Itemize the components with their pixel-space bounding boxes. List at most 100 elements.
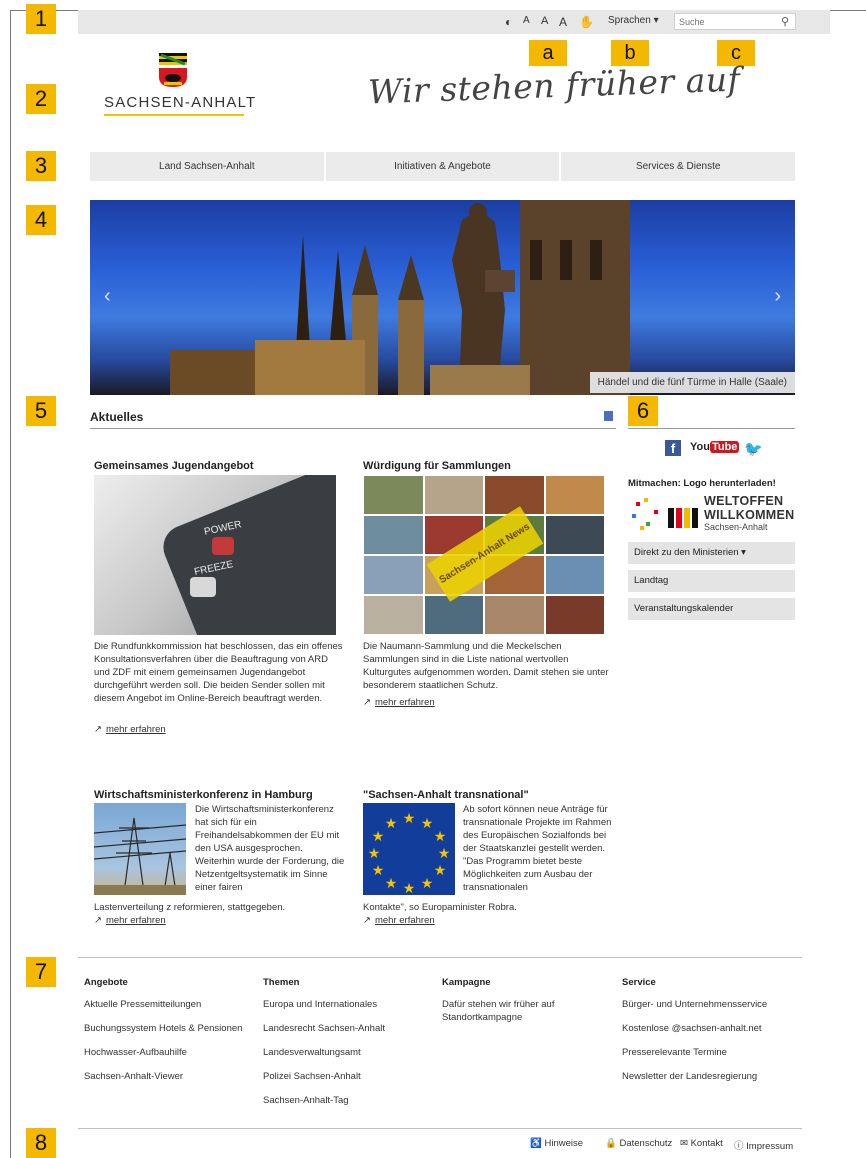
brand-name[interactable]: SACHSEN-ANHALT bbox=[104, 94, 256, 111]
aktuelles-divider bbox=[90, 428, 616, 429]
marker-3: 3 bbox=[26, 151, 56, 181]
willkommen-text: WILLKOMMEN bbox=[704, 508, 795, 522]
more-link-sammlungen[interactable]: ↗ mehr erfahren bbox=[363, 697, 435, 708]
collage-tile bbox=[544, 515, 605, 555]
freeze-button-image bbox=[190, 577, 216, 597]
news-image-eu-flag[interactable]: ★ ★ ★ ★ ★ ★ ★ ★ ★ ★ ★ ★ bbox=[363, 803, 455, 895]
collage-tile bbox=[363, 555, 424, 595]
impressum-link[interactable]: ⓘ Impressum bbox=[734, 1138, 793, 1152]
nav-services-dienste[interactable]: Services & Dienste bbox=[561, 152, 796, 181]
veranstaltungskalender-link[interactable]: Veranstaltungskalender bbox=[628, 598, 795, 620]
footer-link[interactable]: Kostenlose @sachsen-anhalt.net bbox=[622, 1022, 762, 1035]
footer-link[interactable]: Hochwasser-Aufbauhilfe bbox=[84, 1046, 187, 1059]
news-title-transnational[interactable]: "Sachsen-Anhalt transnational" bbox=[363, 789, 529, 801]
footer-link[interactable]: Aktuelle Pressemitteilungen bbox=[84, 998, 201, 1011]
collage-tile bbox=[423, 595, 484, 635]
footer-link[interactable]: Newsletter der Landesregierung bbox=[622, 1070, 757, 1083]
news-text-jugendangebot: Die Rundfunkkommission hat beschlossen, … bbox=[94, 641, 343, 704]
more-link-label[interactable]: mehr erfahren bbox=[106, 724, 166, 735]
hinweise-link[interactable]: ♿ Hinweise bbox=[530, 1138, 583, 1149]
marker-6: 6 bbox=[628, 396, 658, 426]
contrast-icon[interactable]: ◐ bbox=[505, 15, 512, 29]
nav-land-sachsen-anhalt[interactable]: Land Sachsen-Anhalt bbox=[90, 152, 324, 181]
external-link-icon: ↗ bbox=[94, 915, 102, 926]
landtag-link[interactable]: Landtag bbox=[628, 570, 795, 592]
facebook-icon[interactable]: f bbox=[665, 440, 681, 456]
marker-7: 7 bbox=[26, 957, 56, 987]
marker-4: 4 bbox=[26, 205, 56, 235]
footer-link[interactable]: Sachsen-Anhalt-Tag bbox=[263, 1094, 349, 1107]
news-text-wirtschaftsministerkonferenz-end: Lastenverteilung z reformieren, stattgeg… bbox=[94, 902, 286, 913]
footer-link[interactable]: Landesrecht Sachsen-Anhalt bbox=[263, 1022, 385, 1035]
footer-heading-kampagne: Kampagne bbox=[442, 977, 491, 988]
font-normal-button[interactable]: A bbox=[541, 15, 548, 27]
coat-of-arms-logo[interactable] bbox=[159, 53, 187, 87]
news-image-power-lines[interactable] bbox=[94, 803, 186, 895]
external-link-icon: ↗ bbox=[94, 724, 102, 735]
slider-next-arrow[interactable]: › bbox=[774, 285, 781, 308]
svg-text:★: ★ bbox=[434, 829, 447, 845]
svg-text:★: ★ bbox=[403, 881, 416, 895]
eu-stars: ★ ★ ★ ★ ★ ★ ★ ★ ★ ★ ★ ★ bbox=[368, 811, 451, 895]
youtube-tube-text: Tube bbox=[709, 441, 740, 453]
news-text-sammlungen: Die Naumann-Sammlung und die Meckelschen… bbox=[363, 641, 609, 691]
svg-text:★: ★ bbox=[434, 863, 447, 879]
more-link-label[interactable]: mehr erfahren bbox=[375, 697, 435, 708]
news-title-sammlungen[interactable]: Würdigung für Sammlungen bbox=[363, 460, 511, 472]
marker-8: 8 bbox=[26, 1128, 56, 1158]
mitmachen-heading: Mitmachen: Logo herunterladen! bbox=[628, 478, 776, 489]
marker-5: 5 bbox=[26, 396, 56, 426]
footer-link[interactable]: Europa und Internationales bbox=[263, 998, 377, 1011]
youtube-you-text: You bbox=[690, 441, 710, 453]
slogan: Wir stehen früher auf bbox=[367, 59, 741, 112]
svg-text:★: ★ bbox=[438, 846, 451, 862]
hero-slider: ‹ › Händel und die fünf Türme in Halle (… bbox=[90, 200, 795, 395]
footer-link[interactable]: Landesverwaltungsamt bbox=[263, 1046, 361, 1059]
footer-link[interactable]: Bürger- und Unternehmensservice bbox=[622, 998, 767, 1011]
search-input[interactable] bbox=[675, 14, 771, 29]
more-link-jugendangebot[interactable]: ↗ mehr erfahren bbox=[94, 724, 166, 735]
collage-tile bbox=[484, 595, 545, 635]
svg-text:★: ★ bbox=[421, 876, 434, 892]
collage-tile bbox=[423, 475, 484, 515]
news-title-jugendangebot[interactable]: Gemeinsames Jugendangebot bbox=[94, 460, 254, 472]
marker-1: 1 bbox=[26, 4, 56, 34]
more-link-wirtschaftsministerkonferenz[interactable]: ↗ mehr erfahren bbox=[94, 915, 166, 926]
main-navigation: Land Sachsen-Anhalt Initiativen & Angebo… bbox=[90, 152, 796, 181]
power-tower-drawing bbox=[94, 817, 186, 895]
rss-icon[interactable] bbox=[604, 411, 613, 421]
news-title-wirtschaftsministerkonferenz[interactable]: Wirtschaftsministerkonferenz in Hamburg bbox=[94, 789, 313, 801]
search-box: ⚲ bbox=[674, 13, 796, 30]
footer-heading-angebote: Angebote bbox=[84, 977, 128, 988]
language-dropdown[interactable]: Sprachen ▾ bbox=[608, 15, 659, 26]
footer-link[interactable]: Dafür stehen wir früher auf Standortkamp… bbox=[442, 998, 577, 1024]
sign-language-icon[interactable]: ✋ bbox=[579, 15, 594, 29]
nav-initiativen-angebote[interactable]: Initiativen & Angebote bbox=[325, 152, 560, 181]
news-image-remote-control[interactable]: POWER FREEZE bbox=[94, 475, 336, 635]
more-link-label[interactable]: mehr erfahren bbox=[375, 915, 435, 926]
slider-prev-arrow[interactable]: ‹ bbox=[104, 285, 111, 308]
ministerien-dropdown[interactable]: Direkt zu den Ministerien ▾ bbox=[628, 542, 795, 564]
more-link-transnational[interactable]: ↗ mehr erfahren bbox=[363, 915, 435, 926]
svg-text:★: ★ bbox=[372, 829, 385, 845]
collage-tile bbox=[544, 595, 605, 635]
svg-text:★: ★ bbox=[368, 846, 381, 862]
font-decrease-button[interactable]: A bbox=[523, 15, 530, 26]
collage-tile bbox=[544, 555, 605, 595]
footer-link[interactable]: Sachsen-Anhalt-Viewer bbox=[84, 1070, 183, 1083]
brand-underline bbox=[104, 114, 244, 116]
footer-link[interactable]: Buchungssystem Hotels & Pensionen bbox=[84, 1022, 242, 1035]
kontakt-link[interactable]: ✉ Kontakt bbox=[680, 1138, 723, 1149]
svg-text:★: ★ bbox=[421, 816, 434, 832]
search-icon[interactable]: ⚲ bbox=[781, 15, 789, 28]
twitter-icon[interactable]: 🐦 bbox=[744, 440, 763, 458]
external-link-icon: ↗ bbox=[363, 697, 371, 708]
footer-heading-service: Service bbox=[622, 977, 656, 988]
hero-image bbox=[170, 200, 630, 395]
datenschutz-link[interactable]: 🔒 Datenschutz bbox=[605, 1138, 672, 1149]
font-increase-button[interactable]: A bbox=[559, 15, 567, 29]
footer-link[interactable]: Presserelevante Termine bbox=[622, 1046, 727, 1059]
footer-link[interactable]: Polizei Sachsen-Anhalt bbox=[263, 1070, 361, 1083]
more-link-label[interactable]: mehr erfahren bbox=[106, 915, 166, 926]
youtube-icon[interactable]: You Tube bbox=[690, 441, 740, 453]
